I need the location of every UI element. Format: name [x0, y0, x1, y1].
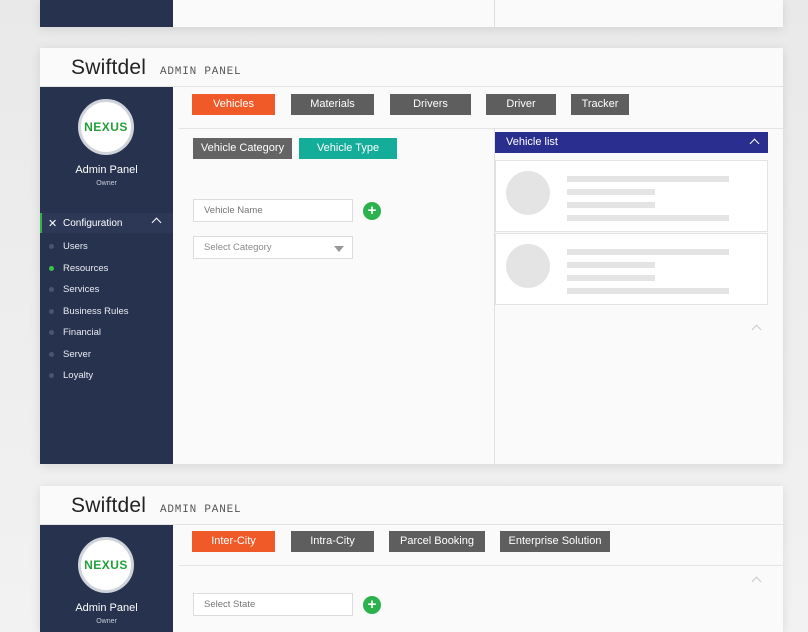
select-state-input[interactable] [193, 593, 353, 616]
tab-vehicles[interactable]: Vehicles [192, 94, 275, 115]
bullet-icon [49, 287, 54, 292]
brand-subtitle: ADMIN PANEL [160, 504, 242, 516]
admin-panel-booking: Swiftdel ADMIN PANEL NEXUS Admin Panel O… [40, 486, 783, 632]
avatar: NEXUS [78, 99, 134, 155]
tab-tracker[interactable]: Tracker [571, 94, 629, 115]
brand-subtitle: ADMIN PANEL [160, 66, 242, 78]
select-category-dropdown[interactable]: Select Category [193, 236, 353, 259]
text-placeholder [567, 202, 655, 208]
sidebar-item-services[interactable]: Services [40, 280, 173, 302]
sidebar: NEXUS Admin Panel Owner [40, 525, 173, 632]
tab-intra-city[interactable]: Intra-City [291, 531, 374, 552]
tab-enterprise-solution[interactable]: Enterprise Solution [500, 531, 610, 552]
subtab-vehicle-category[interactable]: Vehicle Category [193, 138, 292, 159]
sidebar-title: Admin Panel [75, 602, 138, 614]
caret-down-icon [334, 246, 344, 252]
add-vehicle-button[interactable]: + [363, 202, 381, 220]
vehicle-image-placeholder [506, 244, 550, 288]
bullet-icon [49, 265, 54, 271]
sidebar-fragment [40, 0, 173, 27]
text-placeholder [567, 176, 729, 182]
sidebar-menu: Users Resources Services Business Rules … [40, 237, 173, 388]
sidebar-item-financial[interactable]: Financial [40, 323, 173, 345]
previous-panel-fragment [40, 0, 783, 27]
vehicle-list-header[interactable]: Vehicle list [495, 132, 768, 153]
configuration-menu[interactable]: ✕ Configuration [40, 213, 173, 233]
sidebar-title: Admin Panel [75, 164, 138, 176]
vehicle-name-input[interactable] [193, 199, 353, 222]
tools-icon: ✕ [48, 218, 58, 230]
divider [179, 128, 783, 129]
header: Swiftdel ADMIN PANEL [40, 486, 783, 525]
sidebar-item-server[interactable]: Server [40, 345, 173, 367]
tab-drivers[interactable]: Drivers [390, 94, 471, 115]
add-state-button[interactable]: + [363, 596, 381, 614]
text-placeholder [567, 262, 655, 268]
vehicle-list-item[interactable] [495, 233, 768, 305]
scroll-up-icon[interactable] [751, 576, 762, 587]
subtab-vehicle-type[interactable]: Vehicle Type [299, 138, 397, 159]
vehicle-image-placeholder [506, 171, 550, 215]
tab-inter-city[interactable]: Inter-City [192, 531, 275, 552]
text-placeholder [567, 275, 655, 281]
admin-panel-vehicles: Swiftdel ADMIN PANEL NEXUS Admin Panel O… [40, 48, 783, 464]
tab-driver[interactable]: Driver [486, 94, 556, 115]
bullet-icon [49, 308, 54, 314]
text-placeholder [567, 189, 655, 195]
divider [494, 0, 495, 27]
brand-title: Swiftdel [71, 56, 147, 79]
nexus-logo: NEXUS [84, 558, 128, 572]
sidebar-item-business-rules[interactable]: Business Rules [40, 302, 173, 324]
sidebar-item-users[interactable]: Users [40, 237, 173, 259]
bullet-icon [49, 330, 54, 335]
bullet-icon [49, 244, 54, 249]
scroll-up-icon[interactable] [751, 324, 762, 335]
tab-parcel-booking[interactable]: Parcel Booking [389, 531, 485, 552]
brand-title: Swiftdel [71, 494, 147, 517]
divider [179, 565, 783, 566]
chevron-up-icon [749, 138, 760, 149]
sidebar-item-loyalty[interactable]: Loyalty [40, 366, 173, 388]
sidebar: NEXUS Admin Panel Owner ✕ Configuration … [40, 87, 173, 464]
tab-materials[interactable]: Materials [291, 94, 374, 115]
screenshot-root: Swiftdel ADMIN PANEL NEXUS Admin Panel O… [0, 0, 808, 632]
bullet-icon [49, 373, 54, 378]
sidebar-role: Owner [96, 180, 117, 187]
avatar: NEXUS [78, 537, 134, 593]
header: Swiftdel ADMIN PANEL [40, 48, 783, 87]
bullet-icon [49, 351, 54, 357]
text-placeholder [567, 249, 729, 255]
vehicle-list-item[interactable] [495, 160, 768, 232]
configuration-label: Configuration [63, 218, 123, 229]
text-placeholder [567, 215, 729, 221]
sidebar-item-resources[interactable]: Resources [40, 259, 173, 281]
nexus-logo: NEXUS [84, 120, 128, 134]
text-placeholder [567, 288, 729, 294]
sidebar-role: Owner [96, 618, 117, 625]
select-category-placeholder: Select Category [204, 242, 272, 253]
vehicle-list-title: Vehicle list [506, 136, 558, 148]
chevron-up-icon [151, 217, 162, 228]
